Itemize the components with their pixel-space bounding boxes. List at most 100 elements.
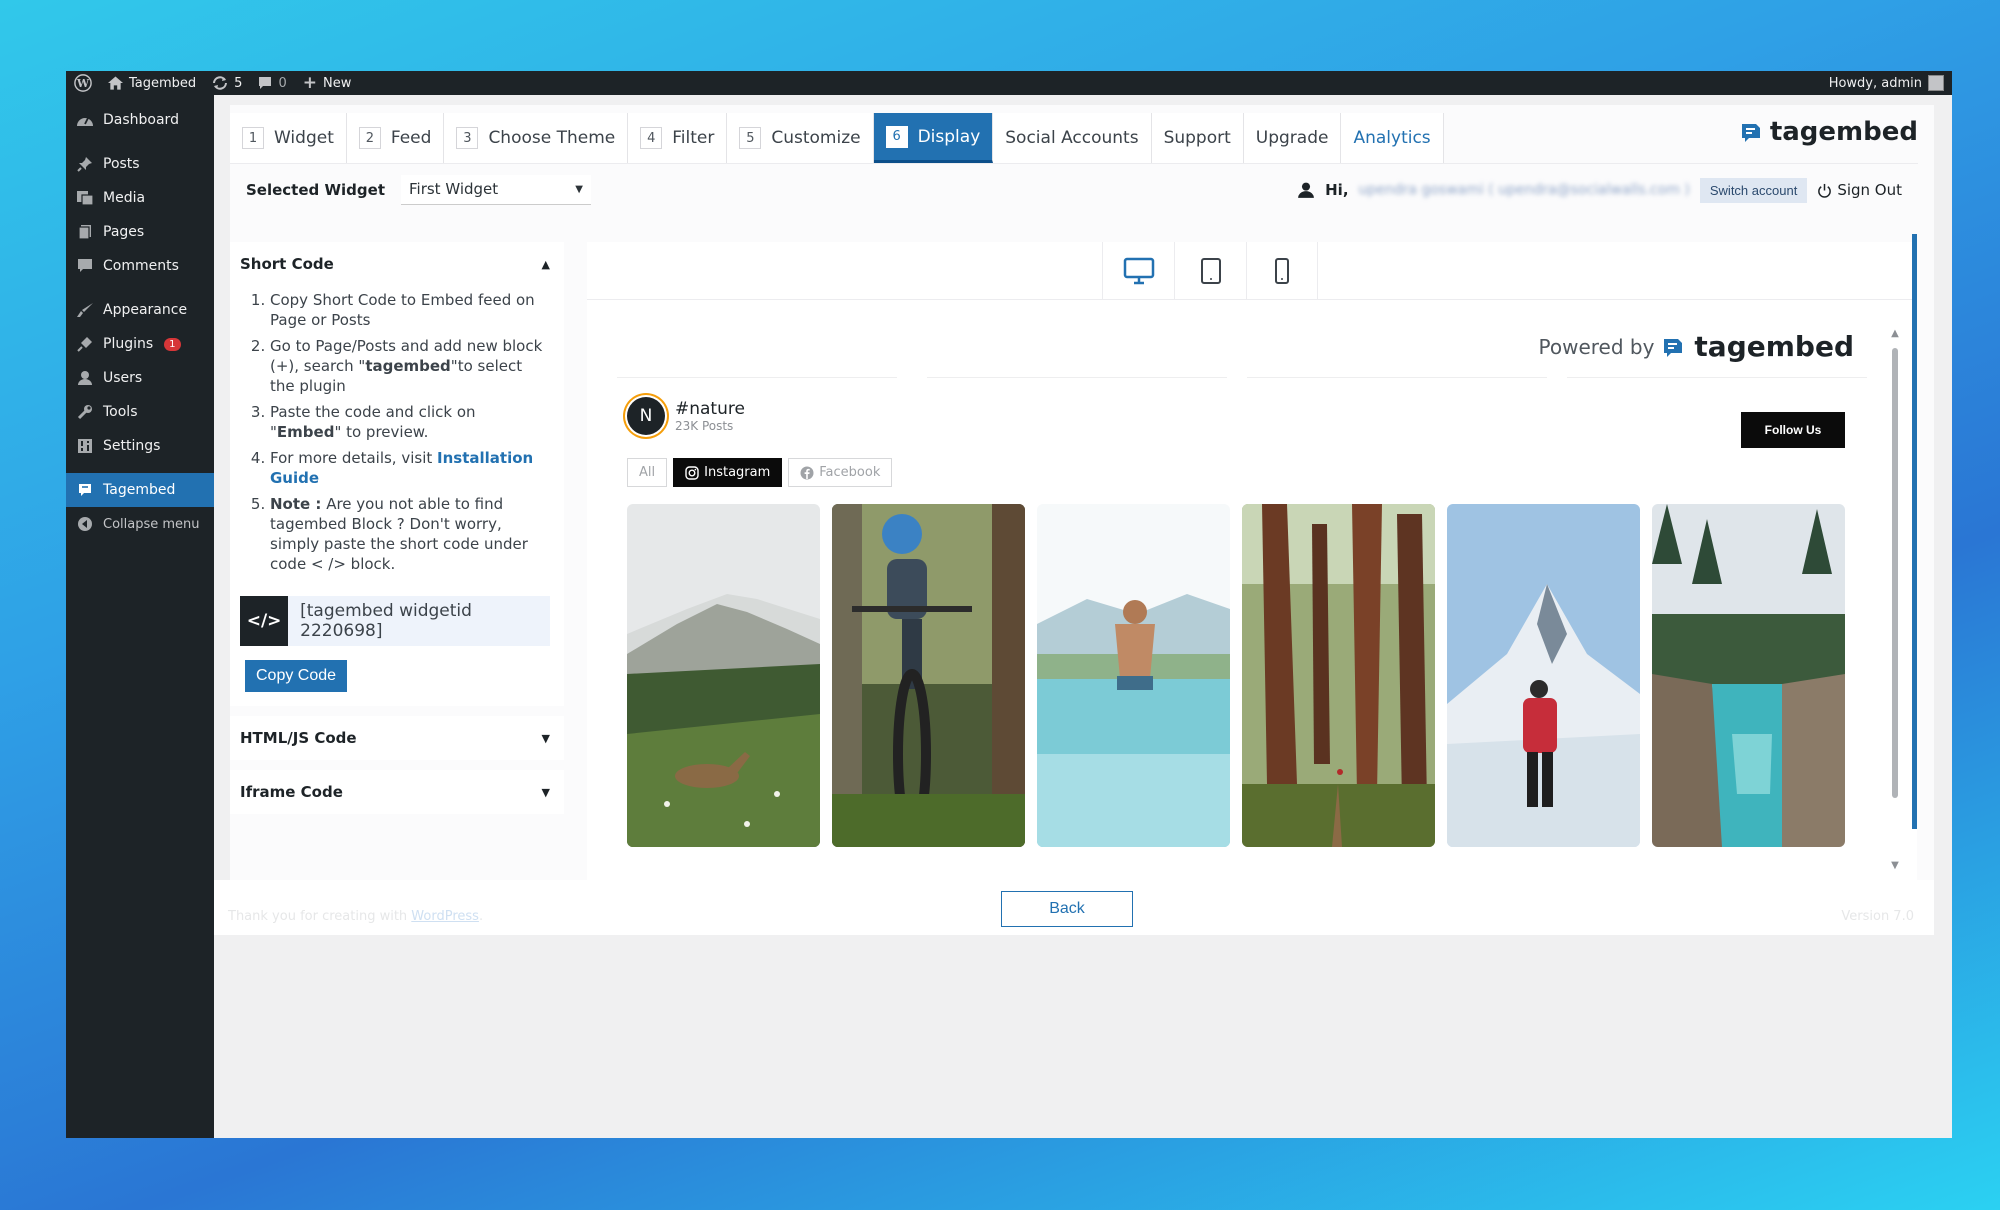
sidebar-item-label: Dashboard bbox=[103, 112, 179, 128]
tab-upgrade[interactable]: Upgrade bbox=[1243, 113, 1342, 163]
filter-facebook[interactable]: Facebook bbox=[788, 458, 893, 487]
footer-text: Thank you for creating with bbox=[228, 909, 412, 924]
tab-feed[interactable]: 2 Feed bbox=[346, 113, 445, 163]
post-photo-mountain-deer[interactable] bbox=[627, 504, 820, 847]
plugins-update-badge: 1 bbox=[164, 337, 181, 351]
caret-down-icon: ▼ bbox=[541, 731, 550, 745]
feed-post-count: 23K Posts bbox=[675, 419, 734, 433]
html-js-accordion[interactable]: HTML/JS Code ▼ bbox=[230, 716, 564, 760]
sidebar-item-settings[interactable]: Settings bbox=[66, 429, 214, 463]
updates-link[interactable]: 5 bbox=[212, 76, 242, 91]
preview-scrollbar[interactable]: ▲ ▼ bbox=[1891, 329, 1899, 871]
network-filters: All Instagram Facebook bbox=[627, 458, 893, 487]
tab-choose-theme[interactable]: 3 Choose Theme bbox=[444, 113, 629, 163]
tab-number: 4 bbox=[640, 127, 663, 149]
collapse-menu-button[interactable]: Collapse menu bbox=[66, 507, 214, 541]
post-photo-swimmer-lake[interactable] bbox=[1037, 504, 1230, 847]
divider bbox=[1247, 377, 1547, 378]
step-5: Note : Are you not able to find tagembed… bbox=[270, 494, 550, 574]
comments-link[interactable]: 0 bbox=[258, 76, 287, 91]
iframe-accordion[interactable]: Iframe Code ▼ bbox=[230, 770, 564, 814]
tab-analytics[interactable]: Analytics bbox=[1341, 113, 1444, 163]
switch-account-button[interactable]: Switch account bbox=[1699, 177, 1808, 203]
feed-header: N #nature 23K Posts bbox=[627, 397, 745, 435]
sidebar-item-tagembed[interactable]: Tagembed bbox=[66, 473, 214, 507]
tab-social-accounts[interactable]: Social Accounts bbox=[993, 113, 1152, 163]
tab-filter[interactable]: 4 Filter bbox=[628, 113, 728, 163]
short-code-header[interactable]: Short Code ▲ bbox=[230, 242, 564, 286]
caret-up-icon: ▲ bbox=[541, 257, 550, 271]
sidebar-item-dashboard[interactable]: Dashboard bbox=[66, 103, 214, 137]
tab-number: 3 bbox=[456, 127, 479, 149]
sidebar-item-users[interactable]: Users bbox=[66, 361, 214, 395]
powered-by-badge: Powered by tagembed bbox=[1539, 330, 1855, 363]
follow-us-button[interactable]: Follow Us bbox=[1741, 412, 1845, 448]
tab-number: 6 bbox=[885, 125, 908, 148]
wordpress-link[interactable]: WordPress bbox=[411, 909, 479, 924]
desktop-view-button[interactable] bbox=[1102, 242, 1174, 300]
tab-label: Customize bbox=[771, 128, 861, 148]
user-icon bbox=[1298, 182, 1314, 198]
post-photo-snowy-peak-hiker[interactable] bbox=[1447, 504, 1640, 847]
wordpress-logo-icon[interactable]: W bbox=[74, 74, 92, 92]
sidebar-item-label: Users bbox=[103, 370, 143, 386]
admin-bar: W Tagembed 5 0 + New Howdy, admin bbox=[66, 71, 1952, 95]
sign-out-button[interactable]: Sign Out bbox=[1817, 181, 1902, 199]
tab-support[interactable]: Support bbox=[1151, 113, 1244, 163]
sidebar-item-label: Pages bbox=[103, 224, 145, 240]
step-tabs: 1 Widget 2 Feed 3 Choose Theme 4 Filter 5 Cus… bbox=[230, 113, 1444, 163]
scroll-up-arrow-icon[interactable]: ▲ bbox=[1891, 329, 1899, 339]
user-area: Hi, upendra goswami ( upendra@socialwall… bbox=[1297, 164, 1902, 216]
filter-label: Instagram bbox=[704, 465, 771, 480]
post-photo-mountain-biker[interactable] bbox=[832, 504, 1025, 847]
shortcode-box[interactable]: </> [tagembed widgetid 2220698] bbox=[240, 596, 550, 646]
sidebar-item-label: Plugins bbox=[103, 336, 154, 352]
account-menu[interactable]: Howdy, admin bbox=[1829, 71, 1944, 95]
scroll-thumb[interactable] bbox=[1892, 348, 1898, 798]
copy-code-button[interactable]: Copy Code bbox=[245, 660, 348, 692]
filter-instagram[interactable]: Instagram bbox=[673, 458, 783, 487]
embed-code-panel: Short Code ▲ Copy Short Code to Embed fe… bbox=[230, 242, 564, 824]
caret-down-icon: ▼ bbox=[541, 785, 550, 799]
back-button[interactable]: Back bbox=[1001, 891, 1133, 927]
sidebar-item-plugins[interactable]: Plugins 1 bbox=[66, 327, 214, 361]
selected-widget-label: Selected Widget bbox=[246, 180, 385, 199]
admin-sidebar: Dashboard Posts Media Pages Comments App… bbox=[66, 95, 214, 1138]
sidebar-item-pages[interactable]: Pages bbox=[66, 215, 214, 249]
tab-widget[interactable]: 1 Widget bbox=[230, 113, 347, 163]
widget-select[interactable]: First Widget ▼ bbox=[401, 174, 591, 205]
sign-out-label: Sign Out bbox=[1837, 181, 1902, 199]
html-js-header[interactable]: HTML/JS Code ▼ bbox=[230, 716, 564, 760]
tablet-view-button[interactable] bbox=[1174, 242, 1246, 300]
wp-version: Version 7.0 bbox=[1841, 909, 1914, 924]
step-text: " to preview. bbox=[334, 423, 429, 441]
sidebar-item-media[interactable]: Media bbox=[66, 181, 214, 215]
sidebar-item-comments[interactable]: Comments bbox=[66, 249, 214, 283]
tab-label: Display bbox=[917, 126, 981, 147]
iframe-header[interactable]: Iframe Code ▼ bbox=[230, 770, 564, 814]
site-name-link[interactable]: Tagembed bbox=[108, 76, 196, 91]
sidebar-item-appearance[interactable]: Appearance bbox=[66, 293, 214, 327]
mobile-view-button[interactable] bbox=[1246, 242, 1318, 300]
browser-window: W Tagembed 5 0 + New Howdy, admin Dashbo… bbox=[66, 71, 1952, 1138]
tab-label: Feed bbox=[390, 128, 432, 148]
tab-label: Support bbox=[1163, 128, 1231, 148]
sidebar-item-posts[interactable]: Posts bbox=[66, 147, 214, 181]
short-code-accordion: Short Code ▲ Copy Short Code to Embed fe… bbox=[230, 242, 564, 706]
instagram-icon bbox=[685, 465, 699, 480]
tab-display[interactable]: 6 Display bbox=[873, 113, 994, 163]
new-content-link[interactable]: + New bbox=[303, 73, 352, 93]
post-photo-river-canyon[interactable] bbox=[1652, 504, 1845, 847]
feed-avatar: N bbox=[627, 397, 665, 435]
tab-customize[interactable]: 5 Customize bbox=[727, 113, 874, 163]
post-photo-redwood-forest[interactable] bbox=[1242, 504, 1435, 847]
photo-gallery bbox=[627, 504, 1845, 847]
sidebar-item-tools[interactable]: Tools bbox=[66, 395, 214, 429]
step-2: Go to Page/Posts and add new block (+), … bbox=[270, 336, 550, 396]
scroll-down-arrow-icon[interactable]: ▼ bbox=[1891, 861, 1899, 871]
tagembed-logo-icon bbox=[1741, 124, 1760, 142]
widget-selector-row: Selected Widget First Widget ▼ Hi, upend… bbox=[230, 163, 1918, 215]
widget-select-value: First Widget bbox=[409, 180, 499, 198]
brand-name: tagembed bbox=[1769, 117, 1918, 147]
filter-all[interactable]: All bbox=[627, 458, 668, 487]
